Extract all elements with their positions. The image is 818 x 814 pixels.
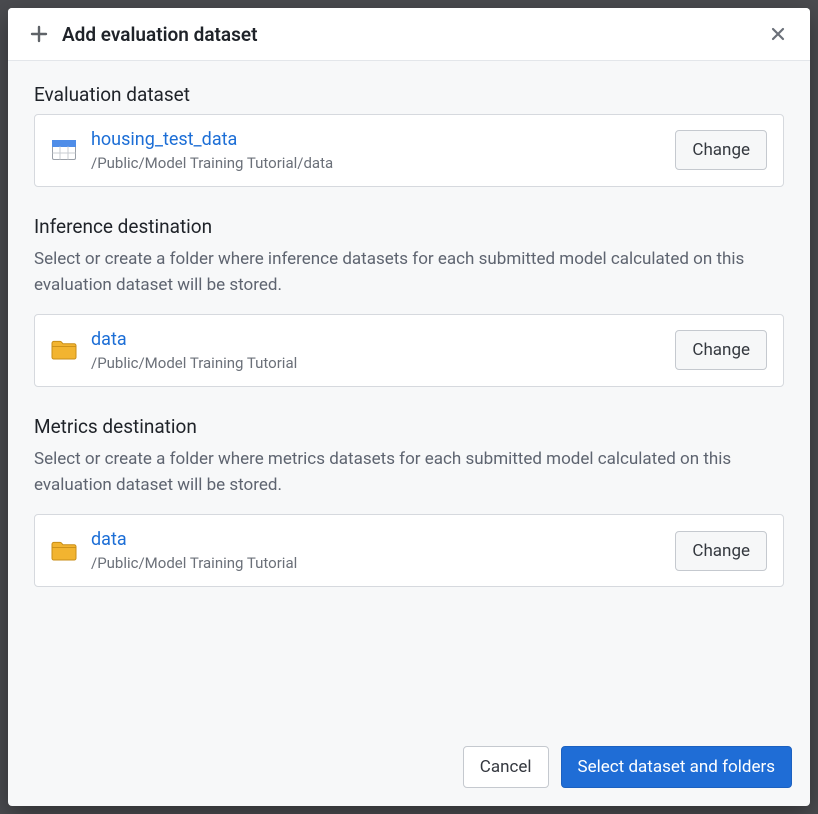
evaluation-change-button[interactable]: Change <box>675 130 767 170</box>
metrics-folder-text: data /Public/Model Training Tutorial <box>91 529 661 572</box>
dialog-footer: Cancel Select dataset and folders <box>8 730 810 806</box>
close-button[interactable] <box>766 22 790 46</box>
select-dataset-and-folders-button[interactable]: Select dataset and folders <box>561 746 792 788</box>
metrics-section-desc: Select or create a folder where metrics … <box>34 446 784 499</box>
metrics-section-title: Metrics destination <box>34 415 784 438</box>
cancel-button[interactable]: Cancel <box>463 746 549 788</box>
evaluation-section-title: Evaluation dataset <box>34 83 784 106</box>
metrics-folder-name[interactable]: data <box>91 529 661 552</box>
folder-icon <box>51 339 77 361</box>
inference-destination-section: Inference destination Select or create a… <box>34 215 784 387</box>
inference-folder-text: data /Public/Model Training Tutorial <box>91 329 661 372</box>
inference-change-button[interactable]: Change <box>675 330 767 370</box>
inference-section-title: Inference destination <box>34 215 784 238</box>
plus-icon <box>28 23 50 45</box>
metrics-change-button[interactable]: Change <box>675 531 767 571</box>
evaluation-dataset-card: housing_test_data /Public/Model Training… <box>34 114 784 187</box>
folder-icon <box>51 540 77 562</box>
metrics-folder-card: data /Public/Model Training Tutorial Cha… <box>34 514 784 587</box>
dialog-title: Add evaluation dataset <box>62 23 258 46</box>
evaluation-dataset-section: Evaluation dataset housing_test_data /Pu… <box>34 83 784 187</box>
metrics-destination-section: Metrics destination Select or create a f… <box>34 415 784 587</box>
inference-folder-name[interactable]: data <box>91 329 661 352</box>
evaluation-dataset-text: housing_test_data /Public/Model Training… <box>91 129 661 172</box>
close-icon <box>771 27 785 41</box>
inference-folder-path: /Public/Model Training Tutorial <box>91 354 661 372</box>
evaluation-dataset-path: /Public/Model Training Tutorial/data <box>91 154 661 172</box>
evaluation-dataset-name[interactable]: housing_test_data <box>91 129 661 152</box>
metrics-folder-path: /Public/Model Training Tutorial <box>91 554 661 572</box>
add-evaluation-dataset-dialog: Add evaluation dataset Evaluation datase… <box>8 8 810 806</box>
dialog-body: Evaluation dataset housing_test_data /Pu… <box>8 61 810 730</box>
inference-section-desc: Select or create a folder where inferenc… <box>34 246 784 299</box>
dataset-icon <box>51 139 77 161</box>
inference-folder-card: data /Public/Model Training Tutorial Cha… <box>34 314 784 387</box>
dialog-header: Add evaluation dataset <box>8 8 810 61</box>
